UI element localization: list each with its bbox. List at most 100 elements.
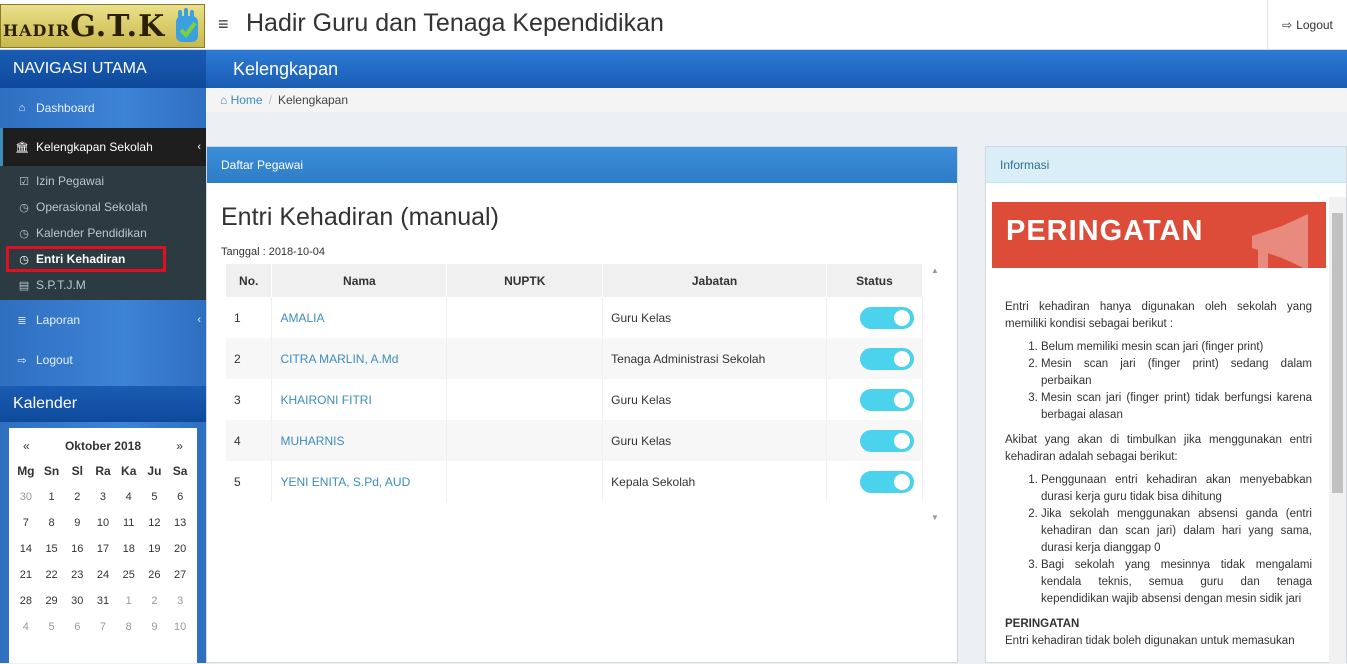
chevron-left-icon: ‹	[197, 141, 201, 153]
calendar-day[interactable]: 3	[167, 588, 193, 614]
calendar-day[interactable]: 21	[13, 562, 39, 588]
employee-name-link[interactable]: MUHARNIS	[271, 420, 448, 461]
calendar-nav: « Oktober 2018 »	[9, 434, 197, 458]
calendar-day[interactable]: 13	[167, 510, 193, 536]
file-icon: ▤	[18, 279, 30, 292]
calendar-day[interactable]: 7	[13, 510, 39, 536]
calendar-day[interactable]: 9	[64, 510, 90, 536]
logo-text: HADIRG.T.K	[3, 8, 166, 44]
calendar-day[interactable]: 31	[90, 588, 116, 614]
calendar-day[interactable]: 8	[39, 510, 65, 536]
sidebar-item-entri-kehadiran[interactable]: ◷ Entri Kehadiran	[6, 246, 166, 272]
table-row: 2 CITRA MARLIN, A.Md Tenaga Administrasi…	[226, 338, 924, 379]
calendar-day[interactable]: 29	[39, 588, 65, 614]
cell-no: 5	[226, 461, 273, 502]
calendar-day[interactable]: 30	[13, 484, 39, 510]
scrollbar-thumb[interactable]	[1332, 213, 1343, 493]
table-scroll-area[interactable]: No. Nama NUPTK Jabatan Status 1 AMALIA G…	[226, 264, 943, 524]
scroll-up-icon[interactable]: ▲	[931, 266, 939, 275]
calendar-day[interactable]: 1	[116, 588, 142, 614]
cell-status	[826, 379, 924, 420]
calendar-dow: Ju	[147, 464, 162, 478]
cell-jabatan: Guru Kelas	[602, 379, 827, 420]
menu-toggle-icon[interactable]: ≡	[218, 14, 229, 35]
calendar-day[interactable]: 2	[64, 484, 90, 510]
calendar-day[interactable]: 4	[13, 614, 39, 640]
calendar-day[interactable]: 24	[90, 562, 116, 588]
sidebar-item-laporan[interactable]: ≣ Laporan ‹	[0, 300, 206, 340]
calendar-dow: Sa	[172, 464, 188, 478]
calendar-day[interactable]: 16	[64, 536, 90, 562]
employee-name-link[interactable]: YENI ENITA, S.Pd, AUD	[271, 461, 448, 502]
cell-no: 1	[226, 297, 273, 338]
calendar-day[interactable]: 22	[39, 562, 65, 588]
sidebar-item-kalender-pendidikan[interactable]: ◷ Kalender Pendidikan	[0, 220, 206, 246]
cell-jabatan: Guru Kelas	[602, 297, 827, 338]
calendar-day[interactable]: 5	[39, 614, 65, 640]
status-toggle[interactable]	[859, 388, 914, 411]
calendar-day[interactable]: 8	[116, 614, 142, 640]
calendar-day[interactable]: 27	[167, 562, 193, 588]
employee-table: No. Nama NUPTK Jabatan Status 1 AMALIA G…	[226, 264, 924, 502]
calendar-day[interactable]: 4	[116, 484, 142, 510]
calendar-day[interactable]: 3	[90, 484, 116, 510]
employee-name-link[interactable]: CITRA MARLIN, A.Md	[271, 338, 448, 379]
sidebar-item-kelengkapan-sekolah[interactable]: 🏛 Kelengkapan Sekolah ‹	[0, 128, 206, 166]
sidebar-item-logout[interactable]: ⇨ Logout	[0, 340, 206, 380]
calendar-grid: Mg Sn Sl Ra Ka Ju Sa 30 1 2 3 4 5 6 7 8 9 10 11 12 13 14 15 16 1…	[9, 458, 197, 640]
nav-header: NAVIGASI UTAMA	[0, 50, 206, 88]
effects-list: Penggunaan entri kehadiran akan menyebab…	[1025, 472, 1312, 608]
calendar-day[interactable]: 14	[13, 536, 39, 562]
calendar-day[interactable]: 26	[142, 562, 168, 588]
logout-icon: ⇨	[1282, 18, 1293, 32]
calendar-day[interactable]: 10	[90, 510, 116, 536]
table-row: 1 AMALIA Guru Kelas	[226, 297, 924, 338]
table-row: 3 KHAIRONI FITRI Guru Kelas	[226, 379, 924, 420]
sidebar-item-dashboard[interactable]: ⌂ Dashboard	[0, 88, 206, 128]
calendar-day[interactable]: 19	[142, 536, 168, 562]
calendar-day[interactable]: 9	[142, 614, 168, 640]
calendar-month: Oktober 2018	[64, 439, 142, 453]
calendar-day[interactable]: 15	[39, 536, 65, 562]
calendar-day[interactable]: 10	[167, 614, 193, 640]
breadcrumb-home[interactable]: ⌂ Home	[220, 93, 263, 107]
calendar-day[interactable]: 25	[116, 562, 142, 588]
calendar-day[interactable]: 1	[39, 484, 65, 510]
calendar-day[interactable]: 11	[116, 510, 142, 536]
status-toggle[interactable]	[859, 470, 914, 493]
informasi-panel: Informasi PERINGATAN Entri kehadiran han…	[985, 146, 1347, 664]
calendar-day[interactable]: 12	[142, 510, 168, 536]
calendar-day[interactable]: 28	[13, 588, 39, 614]
calendar-next-button[interactable]: »	[176, 439, 183, 453]
info-scrollbar[interactable]	[1329, 197, 1346, 664]
status-toggle[interactable]	[859, 306, 914, 329]
cell-status	[826, 297, 924, 338]
calendar-day[interactable]: 30	[64, 588, 90, 614]
calendar-day[interactable]: 6	[64, 614, 90, 640]
calendar-prev-button[interactable]: «	[23, 439, 30, 453]
info-text: Entri kehadiran hanya digunakan oleh sek…	[1005, 299, 1312, 656]
app-logo[interactable]: HADIRG.T.K	[0, 4, 205, 48]
calendar-day[interactable]: 18	[116, 536, 142, 562]
sidebar-item-sptjm[interactable]: ▤ S.P.T.J.M	[0, 272, 206, 298]
page-title: Entri Kehadiran (manual)	[221, 203, 499, 231]
employee-name-link[interactable]: AMALIA	[271, 297, 448, 338]
scroll-down-icon[interactable]: ▼	[931, 513, 939, 522]
column-header: No.	[226, 264, 273, 297]
calendar-day[interactable]: 6	[167, 484, 193, 510]
intro-text: Entri kehadiran hanya digunakan oleh sek…	[1005, 301, 1312, 330]
calendar-day[interactable]: 20	[167, 536, 193, 562]
calendar-day[interactable]: 17	[90, 536, 116, 562]
table-scrollbar[interactable]: ▲ ▼	[927, 264, 943, 524]
status-toggle[interactable]	[859, 429, 914, 452]
employee-name-link[interactable]: KHAIRONI FITRI	[271, 379, 448, 420]
status-toggle[interactable]	[859, 347, 914, 370]
logout-button[interactable]: ⇨ Logout	[1267, 0, 1347, 50]
calendar-day[interactable]: 7	[90, 614, 116, 640]
calendar-day[interactable]: 5	[142, 484, 168, 510]
sidebar-item-izin-pegawai[interactable]: ☑ Izin Pegawai	[0, 168, 206, 194]
sidebar-item-operasional-sekolah[interactable]: ◷ Operasional Sekolah	[0, 194, 206, 220]
calendar-day[interactable]: 2	[142, 588, 168, 614]
calendar-day[interactable]: 23	[64, 562, 90, 588]
calendar-dow: Mg	[17, 464, 35, 478]
